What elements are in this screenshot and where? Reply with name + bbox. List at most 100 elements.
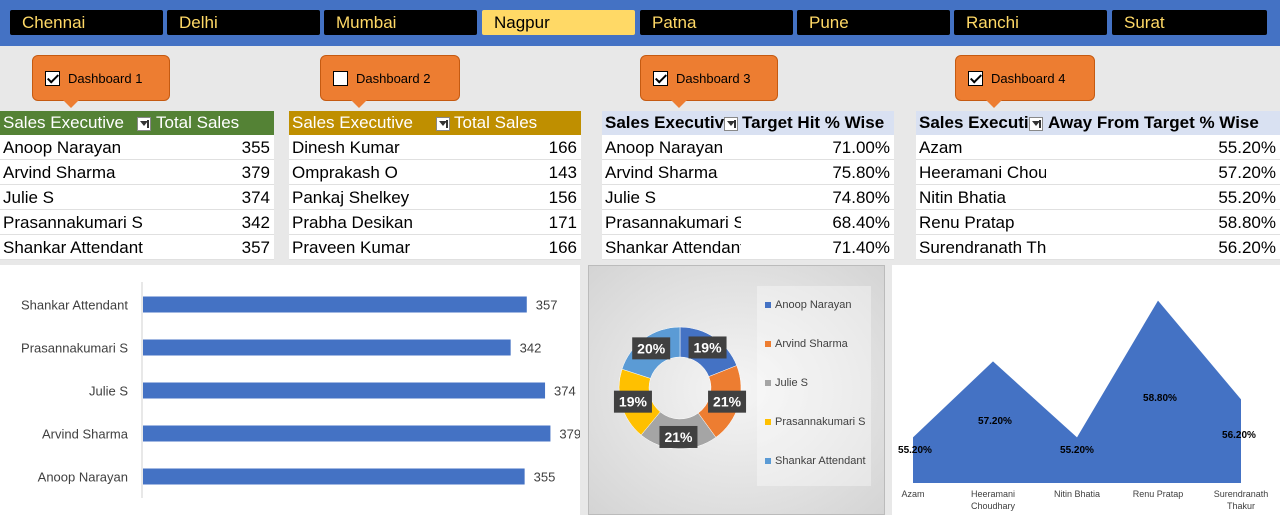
city-button-patna[interactable]: Patna bbox=[640, 10, 793, 35]
area-data-label: 55.20% bbox=[1060, 445, 1094, 456]
city-button-chennai[interactable]: Chennai bbox=[10, 10, 163, 35]
table-header: Sales Executive Target Hit % Wise bbox=[602, 111, 894, 135]
dashboard-toggle-3[interactable]: Dashboard 3 bbox=[640, 55, 778, 108]
area-category-label: Azam bbox=[901, 489, 924, 499]
row-value: 156 bbox=[548, 188, 577, 207]
row-executive-name: Shankar Attendant bbox=[605, 238, 741, 257]
legend-swatch bbox=[765, 419, 771, 425]
dashboard-toggle-label: Dashboard 3 bbox=[676, 70, 751, 86]
row-executive-name: Anoop Narayan bbox=[605, 138, 724, 157]
table-header: Sales Executive Away From Target % Wise bbox=[916, 111, 1280, 135]
row-executive-name: Nitin Bhatia bbox=[919, 188, 1006, 207]
bar-category-label: Anoop Narayan bbox=[38, 470, 128, 485]
doughnut-legend: Anoop Narayan Arvind Sharma Julie S Prasann… bbox=[757, 286, 871, 486]
row-executive-name: Pankaj Shelkey bbox=[292, 188, 410, 207]
table-row: Surendranath Thakur 56.20% bbox=[916, 235, 1280, 260]
area-category-label: Heeramani Choudhary bbox=[971, 489, 1016, 511]
dashboard-toggle-label: Dashboard 1 bbox=[68, 70, 143, 86]
bar bbox=[143, 296, 527, 313]
legend-swatch bbox=[765, 302, 771, 308]
table-header: Sales Executive Total Sales bbox=[0, 111, 274, 135]
row-executive-name: Azam bbox=[919, 138, 963, 157]
area-category-label: Surendranath Thakur bbox=[1214, 489, 1269, 511]
city-slicer: Chennai Delhi Mumbai Nagpur Patna Pune Ranchi S… bbox=[0, 0, 1280, 46]
dashboard-toggle-label: Dashboard 4 bbox=[991, 70, 1066, 86]
bar-chart-panel: Anoop Narayan 355 Arvind Sharma 379 Julie S 3… bbox=[0, 265, 581, 515]
doughnut-data-label: 21% bbox=[713, 394, 742, 410]
legend-swatch bbox=[765, 341, 771, 347]
row-value: 166 bbox=[548, 138, 577, 157]
row-value: 75.80% bbox=[832, 163, 890, 182]
legend-entry: Anoop Narayan bbox=[775, 299, 851, 311]
table-row: Prasannakumari S 342 bbox=[0, 210, 274, 235]
doughnut-data-label: 20% bbox=[637, 340, 666, 356]
bar-data-label: 379 bbox=[559, 427, 580, 442]
column-header-value: Total Sales bbox=[156, 113, 240, 132]
table-row: Dinesh Kumar 166 bbox=[289, 135, 581, 160]
checkbox-icon[interactable] bbox=[333, 70, 348, 86]
row-value: 357 bbox=[241, 238, 270, 257]
filter-dropdown-icon[interactable] bbox=[724, 117, 738, 131]
area-data-label: 56.20% bbox=[1222, 430, 1256, 441]
bar-category-label: Prasannakumari S bbox=[21, 341, 128, 356]
table-row: Julie S 374 bbox=[0, 185, 274, 210]
area-data-label: 57.20% bbox=[978, 416, 1012, 427]
city-button-pune[interactable]: Pune bbox=[797, 10, 950, 35]
dashboard-toggle-4[interactable]: Dashboard 4 bbox=[955, 55, 1095, 108]
area-data-label: 55.20% bbox=[898, 445, 932, 456]
table-row: Nitin Bhatia 55.20% bbox=[916, 185, 1280, 210]
table-row: Anoop Narayan 71.00% bbox=[602, 135, 894, 160]
bar-category-label: Arvind Sharma bbox=[42, 427, 129, 442]
column-header-executive: Sales Executive bbox=[919, 113, 1029, 132]
pivot-table-3: Sales Executive Target Hit % Wise Anoop Na… bbox=[602, 111, 894, 260]
dashboard-toggle-label: Dashboard 2 bbox=[356, 70, 431, 86]
checkbox-icon[interactable] bbox=[653, 70, 668, 86]
pivot-table-4: Sales Executive Away From Target % Wise Az… bbox=[916, 111, 1280, 260]
area-category-label: Renu Pratap bbox=[1133, 489, 1184, 499]
area-data-label: 58.80% bbox=[1143, 393, 1177, 404]
city-button-mumbai[interactable]: Mumbai bbox=[324, 10, 477, 35]
table-row: Shankar Attendant 357 bbox=[0, 235, 274, 260]
row-executive-name: Anoop Narayan bbox=[3, 138, 122, 157]
bar bbox=[143, 468, 525, 485]
city-button-surat[interactable]: Surat bbox=[1112, 10, 1267, 35]
table-row: Shankar Attendant 71.40% bbox=[602, 235, 894, 260]
table-row: Praveen Kumar 166 bbox=[289, 235, 581, 260]
doughnut-data-label: 19% bbox=[694, 339, 723, 355]
column-header-value: Total Sales bbox=[454, 113, 538, 132]
dashboard-toggle-1[interactable]: Dashboard 1 bbox=[32, 55, 170, 108]
bar-chart: Anoop Narayan 355 Arvind Sharma 379 Julie S 3… bbox=[21, 282, 581, 498]
pivot-table-2: Sales Executive Total Sales Dinesh Kumar 16… bbox=[289, 111, 581, 260]
row-executive-name: Shankar Attendant bbox=[3, 238, 143, 257]
column-header-value: Away From Target % Wise bbox=[1048, 113, 1259, 132]
checkbox-icon[interactable] bbox=[45, 70, 60, 86]
table-row: Pankaj Shelkey 156 bbox=[289, 185, 581, 210]
row-executive-name: Renu Pratap bbox=[919, 213, 1015, 232]
row-value: 74.80% bbox=[832, 188, 890, 207]
area-chart-panel: 55.20% 57.20% 55.20% 58.80% 56.20% Azam Heeram… bbox=[892, 265, 1280, 515]
pivot-table-1: Sales Executive Total Sales Anoop Narayan 3… bbox=[0, 111, 274, 260]
table-row: Azam 55.20% bbox=[916, 135, 1280, 160]
city-button-delhi[interactable]: Delhi bbox=[167, 10, 320, 35]
table-row: Arvind Sharma 379 bbox=[0, 160, 274, 185]
row-executive-name: Julie S bbox=[605, 188, 657, 207]
bar bbox=[143, 382, 546, 399]
legend-entry: Julie S bbox=[775, 377, 808, 389]
row-value: 68.40% bbox=[832, 213, 890, 232]
filter-dropdown-icon[interactable] bbox=[436, 117, 450, 131]
bar bbox=[143, 339, 511, 356]
filter-dropdown-icon[interactable] bbox=[137, 117, 151, 131]
filter-dropdown-icon[interactable] bbox=[1029, 117, 1043, 131]
bar bbox=[143, 425, 551, 442]
area-chart: 55.20% 57.20% 55.20% 58.80% 56.20% Azam Heeram… bbox=[898, 300, 1269, 511]
row-value: 56.20% bbox=[1218, 238, 1276, 257]
doughnut-chart: 19% 21% 21% 19% 20% Anoop Narayan Arvind Sharm… bbox=[613, 286, 871, 486]
row-executive-name: Arvind Sharma bbox=[3, 163, 116, 182]
bar-category-label: Julie S bbox=[89, 384, 128, 399]
dashboard-toggle-2[interactable]: Dashboard 2 bbox=[320, 55, 460, 108]
city-button-ranchi[interactable]: Ranchi bbox=[954, 10, 1107, 35]
row-executive-name: Dinesh Kumar bbox=[292, 138, 400, 157]
checkbox-icon[interactable] bbox=[968, 70, 983, 86]
row-value: 342 bbox=[241, 213, 270, 232]
city-button-nagpur[interactable]: Nagpur bbox=[482, 10, 635, 35]
